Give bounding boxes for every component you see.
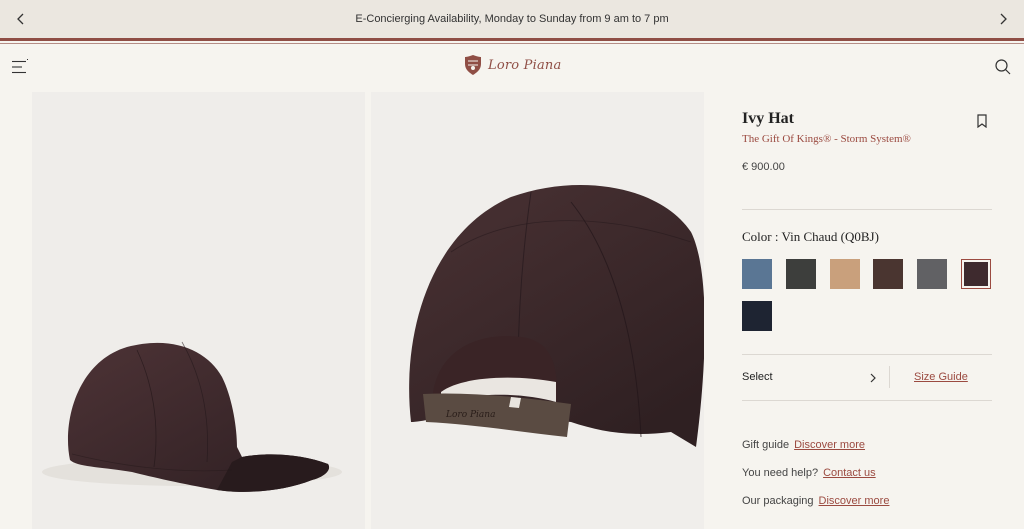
product-image-1[interactable] <box>32 92 365 529</box>
promo-prev-button[interactable] <box>12 10 30 28</box>
divider <box>742 354 992 355</box>
color-swatch-1[interactable] <box>742 259 772 289</box>
promo-bar: E-Concierging Availability, Monday to Su… <box>0 0 1024 38</box>
packaging-row: Our packaging Discover more <box>742 495 889 507</box>
product-price: € 900.00 <box>742 161 785 173</box>
chevron-right-icon <box>1000 13 1007 25</box>
size-select-row: Select Size Guide <box>742 362 992 394</box>
color-swatch-5[interactable] <box>917 259 947 289</box>
divider <box>742 400 992 401</box>
size-select[interactable]: Select <box>742 371 773 383</box>
logo-text: Loro Piana <box>488 57 562 73</box>
promo-next-button[interactable] <box>994 10 1012 28</box>
cap-back-image: Loro Piana <box>409 184 704 447</box>
color-swatch-7[interactable] <box>742 301 772 331</box>
contact-us-link[interactable]: Contact us <box>823 467 876 479</box>
divider-vertical <box>889 366 890 388</box>
color-swatch-6-selected[interactable] <box>961 259 991 289</box>
color-swatch-3[interactable] <box>830 259 860 289</box>
help-label: You need help? <box>742 467 819 479</box>
swatch-fill <box>786 259 816 289</box>
crest-icon <box>465 55 481 75</box>
logo[interactable]: Loro Piana <box>462 54 561 76</box>
color-label: Color : Vin Chaud (Q0BJ) <box>742 229 879 244</box>
divider <box>742 209 992 210</box>
color-swatch-4[interactable] <box>873 259 903 289</box>
gift-guide-row: Gift guide Discover more <box>742 439 865 451</box>
chevron-right-icon[interactable] <box>868 373 878 383</box>
swatch-fill <box>873 259 903 289</box>
gift-guide-link[interactable]: Discover more <box>794 439 865 451</box>
packaging-link[interactable]: Discover more <box>819 495 890 507</box>
svg-text:Loro Piana: Loro Piana <box>445 410 495 420</box>
product-title: Ivy Hat <box>742 110 794 127</box>
product-image-2[interactable]: Loro Piana <box>371 92 704 529</box>
site-header: Loro Piana <box>0 44 1024 90</box>
bookmark-icon <box>977 114 987 129</box>
search-button[interactable] <box>994 58 1012 76</box>
size-guide-link[interactable]: Size Guide <box>914 371 968 383</box>
swatch-fill <box>964 262 988 286</box>
swatch-fill <box>917 259 947 289</box>
help-label: Our packaging <box>742 495 814 507</box>
menu-button[interactable] <box>11 58 29 76</box>
bookmark-button[interactable] <box>976 114 988 129</box>
swatch-fill <box>742 259 772 289</box>
swatch-fill <box>742 301 772 331</box>
search-icon <box>995 59 1011 75</box>
swatch-fill <box>830 259 860 289</box>
help-label: Gift guide <box>742 439 790 451</box>
help-row: You need help? Contact us <box>742 467 876 479</box>
color-swatch-2[interactable] <box>786 259 816 289</box>
chevron-left-icon <box>17 13 24 25</box>
promo-text: E-Concierging Availability, Monday to Su… <box>355 13 669 25</box>
cap-front-image <box>42 341 342 492</box>
product-subtitle: The Gift Of Kings® - Storm System® <box>742 133 911 145</box>
menu-icon <box>12 58 28 74</box>
